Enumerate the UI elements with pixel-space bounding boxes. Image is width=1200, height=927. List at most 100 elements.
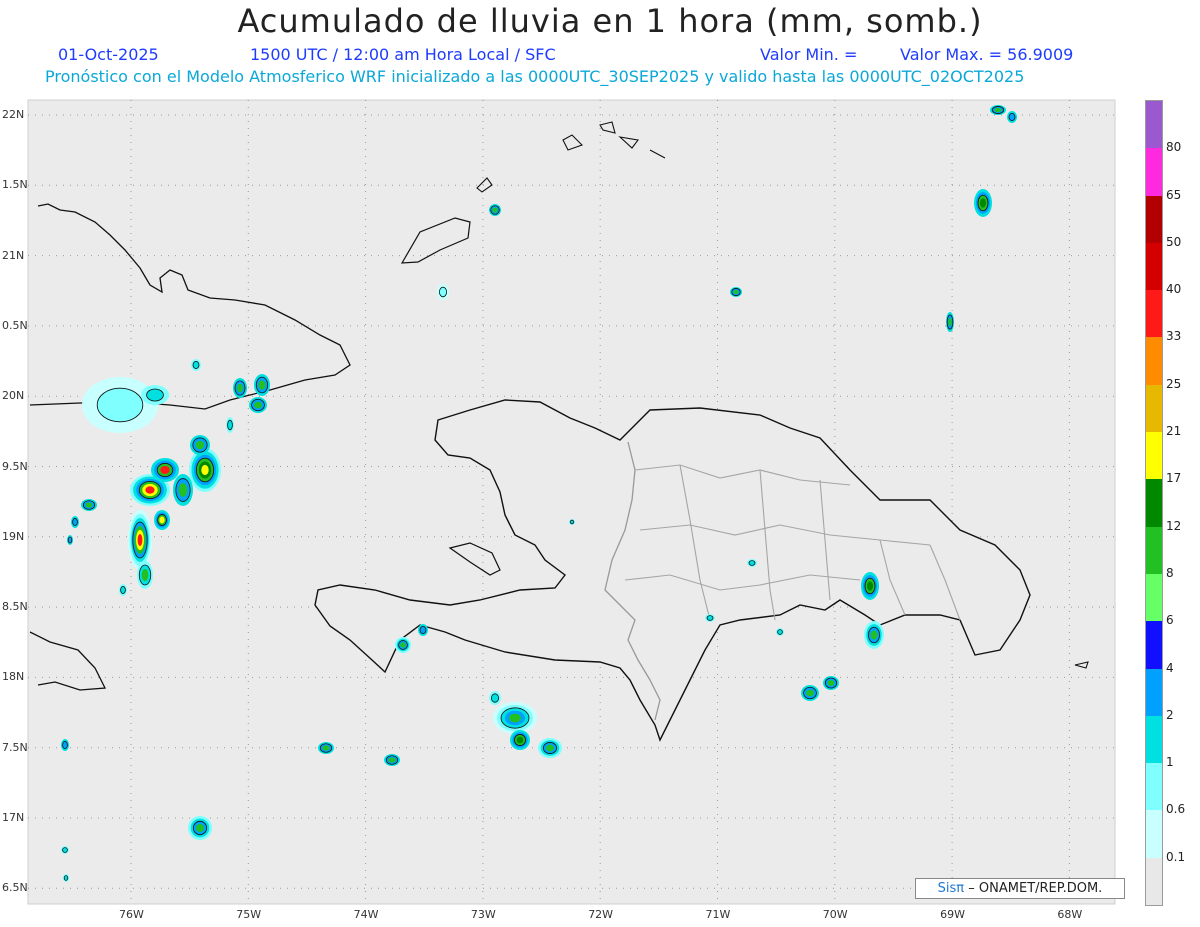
legend-swatch [1146, 290, 1162, 338]
lon-label: 71W [705, 908, 731, 921]
legend-label: 50 [1166, 234, 1182, 249]
rain-cell [159, 516, 165, 524]
rain-cell [870, 630, 878, 640]
rain-cell [145, 486, 155, 494]
lon-label: 72W [588, 908, 614, 921]
legend-swatch [1146, 337, 1162, 386]
legend-swatch [1146, 668, 1162, 717]
legend-label: 17 [1166, 471, 1182, 486]
lat-label: 8.5N [2, 600, 28, 614]
legend-swatch [1146, 384, 1162, 433]
legend-label: 8 [1166, 565, 1174, 580]
rain-cell [192, 360, 200, 369]
rain-cell [120, 586, 126, 595]
legend-swatch [1146, 621, 1162, 670]
lon-label: 76W [119, 908, 144, 921]
credit-box: Sisπ – ONAMET/REP.DOM. [915, 878, 1125, 899]
rain-cell [254, 401, 262, 409]
rain-cell [137, 534, 143, 546]
lat-label: 21N [2, 248, 25, 262]
lat-label: 1.5N [2, 178, 28, 192]
rain-cell [258, 380, 266, 390]
rain-cell [827, 680, 835, 686]
rain-cell [146, 388, 164, 402]
legend-swatch [1146, 432, 1162, 480]
lon-label: 73W [470, 908, 496, 921]
lat-label: 20N [2, 389, 25, 403]
legend-label: 12 [1166, 518, 1182, 533]
rain-cell [196, 824, 204, 832]
credit-text: – ONAMET/REP.DOM. [968, 881, 1103, 896]
legend-label: 4 [1166, 660, 1174, 675]
lat-label: 18N [2, 670, 25, 684]
legend-swatch [1146, 715, 1162, 764]
legend-label: 25 [1166, 376, 1182, 391]
legend-swatch [1146, 195, 1162, 244]
rain-cell [141, 569, 149, 581]
rain-cell [96, 387, 144, 423]
lon-label: 68W [1057, 908, 1083, 921]
color-legend [1145, 100, 1163, 906]
legend-label: 1 [1166, 755, 1174, 770]
rain-cell [227, 419, 233, 431]
rain-cell [72, 518, 78, 527]
rain-cell [438, 286, 447, 298]
legend-swatch [1146, 857, 1162, 906]
rain-cell [1008, 113, 1016, 122]
rain-cell [748, 560, 756, 566]
lat-label: 9.5N [2, 459, 28, 473]
rain-cell [509, 713, 521, 723]
rain-cell [948, 317, 952, 327]
rain-cell [63, 875, 69, 881]
legend-swatch [1146, 242, 1162, 291]
lat-label: 19N [2, 529, 25, 543]
legend-label: 33 [1166, 329, 1182, 344]
rain-cell [201, 464, 209, 476]
rain-cell [178, 483, 188, 497]
rain-cell [706, 615, 714, 621]
rain-cell [492, 207, 498, 213]
rain-cell [980, 198, 986, 208]
brand-logo: Sisπ [937, 881, 965, 896]
rain-cell [994, 107, 1002, 113]
lon-label: 75W [236, 908, 262, 921]
rain-cell [867, 581, 873, 591]
lon-label: 69W [940, 908, 965, 921]
rain-cell [777, 629, 783, 635]
legend-swatch [1146, 763, 1162, 811]
legend-label: 80 [1166, 140, 1182, 155]
lat-label: 6.5N [2, 881, 28, 895]
lat-label: 17N [2, 811, 25, 824]
legend-label: 65 [1166, 187, 1182, 202]
legend-swatch [1146, 573, 1162, 622]
legend-label: 21 [1166, 424, 1182, 439]
legend-label: 0.1 [1166, 849, 1186, 864]
lon-label: 70W [822, 908, 848, 921]
legend-label: 2 [1166, 707, 1174, 722]
rain-cell [733, 289, 739, 295]
rain-cell [67, 536, 73, 544]
legend-label: 40 [1166, 282, 1182, 297]
rain-cell [546, 744, 554, 752]
legend-swatch [1146, 479, 1162, 528]
rain-cell [62, 847, 68, 853]
lon-label: 74W [353, 908, 379, 921]
rain-cell [419, 626, 427, 635]
lat-label: 7.5N [2, 740, 28, 754]
rain-cell [516, 736, 524, 744]
rain-cell [400, 642, 406, 648]
rain-cell [322, 745, 330, 751]
rainfall-map [27, 99, 1116, 905]
rain-cell [806, 689, 814, 697]
rain-cell [237, 383, 243, 393]
legend-swatch [1146, 148, 1162, 197]
rain-cell [62, 741, 68, 750]
rain-cell [160, 466, 170, 474]
rain-cell [388, 757, 396, 763]
rain-cell [569, 519, 575, 525]
legend-swatch [1146, 810, 1162, 859]
legend-swatch [1146, 101, 1162, 149]
legend-label: 0.6 [1166, 802, 1186, 817]
rain-cell [195, 440, 205, 450]
lat-label: 22N [2, 108, 25, 121]
